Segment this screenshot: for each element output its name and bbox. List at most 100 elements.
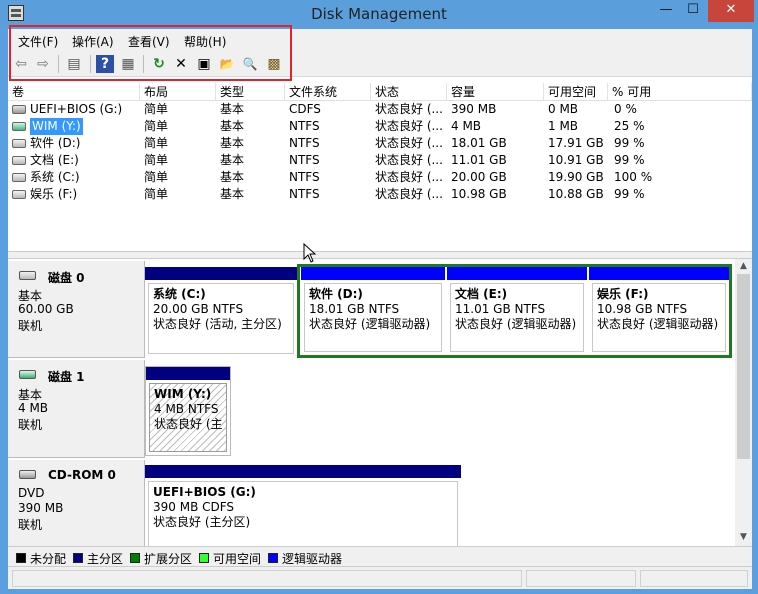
column-header-free-space[interactable]: 可用空间 (544, 83, 608, 101)
volume-pct: 99 % (614, 187, 645, 201)
legend-free-space: 可用空间 (213, 552, 262, 566)
scroll-down-icon[interactable]: ▼ (735, 532, 752, 542)
partition-body: 系统 (C:) 20.00 GB NTFS 状态良好 (活动, 主分区) (148, 283, 294, 354)
column-header-layout[interactable]: 布局 (140, 83, 216, 101)
volume-status: 状态良好 (... (375, 136, 443, 150)
legend-swatch (73, 553, 83, 563)
legend-unallocated: 未分配 (30, 552, 67, 566)
volume-status: 状态良好 (... (375, 119, 443, 133)
scroll-up-icon[interactable]: ▲ (735, 261, 752, 271)
volume-pct: 99 % (614, 153, 645, 167)
volume-type: 基本 (220, 136, 245, 150)
volume-type: 基本 (220, 170, 245, 184)
column-header-volume[interactable]: 卷 (8, 83, 140, 101)
status-pane-main (12, 570, 522, 587)
volume-layout: 简单 (144, 136, 169, 150)
partition-status: 状态良好 (活动, 主分区) (153, 317, 282, 331)
column-header-capacity[interactable]: 容量 (447, 83, 544, 101)
legend-bar: 未分配 主分区 扩展分区 可用空间 逻辑驱动器 (8, 546, 752, 566)
volume-capacity: 10.98 GB (451, 187, 507, 201)
column-header-status[interactable]: 状态 (371, 83, 447, 101)
volume-name: 软件 (D:) (30, 136, 81, 150)
volume-row[interactable]: WIM (Y:) 简单 基本 NTFS 状态良好 (... 4 MB 1 MB 25 % (8, 118, 752, 135)
close-button[interactable]: ✕ (708, 0, 754, 22)
volume-icon (12, 156, 26, 165)
partition-name: WIM (Y:) (154, 387, 212, 401)
column-header-percent-free[interactable]: % 可用 (608, 83, 752, 101)
volume-fs: NTFS (289, 187, 320, 201)
volume-pct: 99 % (614, 136, 645, 150)
volume-row[interactable]: 文档 (E:) 简单 基本 NTFS 状态良好 (... 11.01 GB 10.91 GB… (8, 152, 752, 169)
partition-status: 状态良好 (主分区) (153, 515, 251, 529)
legend-swatch (16, 553, 26, 563)
disk-management-window: Disk Management — ☐ ✕ 文件(F) 操作(A) 查看(V) … (0, 0, 758, 594)
partition-e[interactable]: 文档 (E:) 11.01 GB NTFS 状态良好 (逻辑驱动器) (447, 267, 587, 355)
volume-type: 基本 (220, 102, 245, 116)
partition-f[interactable]: 娱乐 (F:) 10.98 GB NTFS 状态良好 (逻辑驱动器) (589, 267, 729, 355)
volume-type: 基本 (220, 187, 245, 201)
highlight-annotation-box (9, 25, 292, 81)
partition-d[interactable]: 软件 (D:) 18.01 GB NTFS 状态良好 (逻辑驱动器) (301, 267, 445, 355)
partition-name: 软件 (D:) (309, 287, 363, 301)
primary-partition-bar (145, 465, 461, 478)
disk-state: 联机 (18, 518, 43, 532)
volume-capacity: 4 MB (451, 119, 482, 133)
disk-size: 4 MB (18, 401, 49, 415)
partition-body: UEFI+BIOS (G:) 390 MB CDFS 状态良好 (主分区) (148, 481, 458, 546)
partition-y[interactable]: WIM (Y:) 4 MB NTFS 状态良好 (主 (145, 366, 231, 456)
volume-capacity: 18.01 GB (451, 136, 507, 150)
volume-fs: NTFS (289, 119, 320, 133)
volume-row[interactable]: UEFI+BIOS (G:) 简单 基本 CDFS 状态良好 (... 390 MB 0 M… (8, 101, 752, 118)
column-header-type[interactable]: 类型 (216, 83, 285, 101)
partition-name: 娱乐 (F:) (597, 287, 649, 301)
maximize-button[interactable]: ☐ (680, 0, 706, 22)
disk-1-label[interactable]: 磁盘 1 基本 4 MB 联机 (8, 360, 145, 458)
volume-row[interactable]: 系统 (C:) 简单 基本 NTFS 状态良好 (... 20.00 GB 19.90 GB… (8, 169, 752, 186)
partition-c[interactable]: 系统 (C:) 20.00 GB NTFS 状态良好 (活动, 主分区) (145, 267, 297, 357)
pane-splitter[interactable] (8, 251, 752, 259)
scrollbar-thumb[interactable] (737, 274, 750, 459)
volume-name: 系统 (C:) (30, 170, 80, 184)
volume-type: 基本 (220, 119, 245, 133)
legend-extended: 扩展分区 (144, 552, 193, 566)
volume-capacity: 390 MB (451, 102, 497, 116)
disk-state: 联机 (18, 418, 43, 432)
status-pane-2 (526, 570, 636, 587)
volume-layout: 简单 (144, 153, 169, 167)
volume-row[interactable]: 娱乐 (F:) 简单 基本 NTFS 状态良好 (... 10.98 GB 10.88 GB… (8, 186, 752, 203)
volume-status: 状态良好 (... (375, 187, 443, 201)
volume-free: 19.90 GB (548, 170, 604, 184)
partition-size: 18.01 GB NTFS (309, 302, 400, 316)
volume-icon (12, 173, 26, 182)
mouse-pointer-icon (303, 243, 317, 263)
cdrom-0-label[interactable]: CD-ROM 0 DVD 390 MB 联机 (8, 460, 145, 546)
volume-free: 10.91 GB (548, 153, 604, 167)
status-pane-3 (640, 570, 748, 587)
legend-logical: 逻辑驱动器 (282, 552, 343, 566)
volume-capacity: 11.01 GB (451, 153, 507, 167)
partition-status: 状态良好 (逻辑驱动器) (309, 317, 431, 331)
volume-fs: NTFS (289, 136, 320, 150)
minimize-button[interactable]: — (652, 0, 680, 22)
volume-icon (12, 139, 26, 148)
volume-layout: 简单 (144, 119, 169, 133)
partition-status: 状态良好 (主 (154, 417, 222, 431)
volume-free: 10.88 GB (548, 187, 604, 201)
partition-size: 10.98 GB NTFS (597, 302, 688, 316)
partition-status: 状态良好 (逻辑驱动器) (597, 317, 719, 331)
graph-vertical-scrollbar[interactable]: ▲ ▼ (735, 259, 752, 546)
volume-fs: NTFS (289, 153, 320, 167)
volume-row[interactable]: 软件 (D:) 简单 基本 NTFS 状态良好 (... 18.01 GB 17.91 GB… (8, 135, 752, 152)
volume-pct: 100 % (614, 170, 653, 184)
disk-0-label[interactable]: 磁盘 0 基本 60.00 GB 联机 (8, 261, 145, 358)
logical-drive-bar (589, 267, 729, 280)
partition-body: 软件 (D:) 18.01 GB NTFS 状态良好 (逻辑驱动器) (304, 283, 442, 352)
partition-g[interactable]: UEFI+BIOS (G:) 390 MB CDFS 状态良好 (主分区) (145, 465, 461, 546)
title-bar[interactable]: Disk Management — ☐ ✕ (0, 0, 758, 28)
volume-name: UEFI+BIOS (G:) (30, 102, 123, 116)
volume-name: 文档 (E:) (30, 153, 79, 167)
volume-status: 状态良好 (... (375, 170, 443, 184)
column-header-filesystem[interactable]: 文件系统 (285, 83, 371, 101)
volume-capacity: 20.00 GB (451, 170, 507, 184)
partition-body: 文档 (E:) 11.01 GB NTFS 状态良好 (逻辑驱动器) (450, 283, 584, 352)
